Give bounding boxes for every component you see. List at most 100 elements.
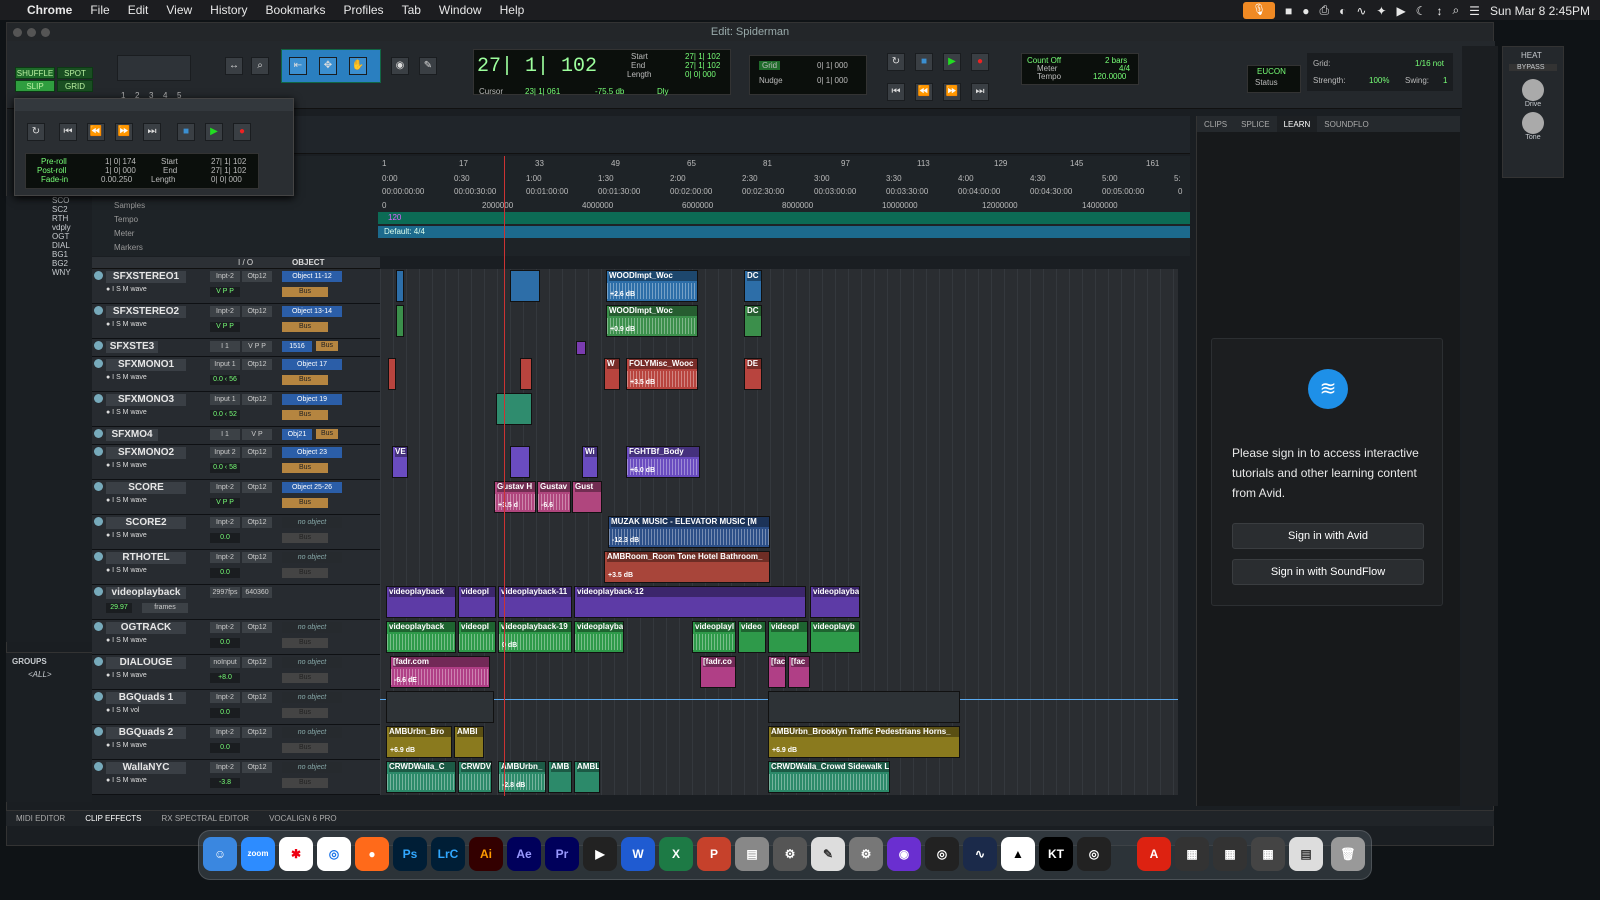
control-center-icon[interactable]: ☰ — [1469, 4, 1480, 18]
go-to-end-button[interactable]: ⏭ — [971, 83, 989, 101]
trash-icon[interactable]: 🗑 — [1331, 837, 1365, 871]
track-expand-icon[interactable] — [94, 692, 103, 701]
tab-midi-editor[interactable]: MIDI EDITOR — [6, 811, 75, 826]
tempo-value[interactable]: 120.0000 — [1093, 72, 1126, 81]
track-output[interactable]: Otp12 — [242, 622, 272, 633]
audio-clip[interactable] — [510, 446, 530, 478]
track-input[interactable]: Inpt-2 — [210, 482, 240, 493]
hand-tool-icon[interactable]: ✋ — [349, 57, 367, 75]
track-volume[interactable]: V P P — [210, 287, 240, 297]
track-list-item[interactable]: DIAL — [52, 241, 92, 250]
track-expand-icon[interactable] — [94, 587, 103, 596]
photoshop-icon[interactable]: Ps — [393, 837, 427, 871]
audio-clip[interactable] — [510, 270, 540, 302]
track-bus[interactable]: Bus — [282, 673, 328, 683]
printer-icon[interactable]: ⎙ — [1319, 3, 1329, 18]
video-clip[interactable]: videoplayback — [386, 586, 456, 618]
audio-clip[interactable]: FOLYMisc_Wooc +3.5 dB — [626, 358, 698, 390]
main-counter[interactable]: 27| 1| 102 — [477, 55, 597, 78]
track-expand-icon[interactable] — [94, 394, 103, 403]
track-expand-icon[interactable] — [94, 762, 103, 771]
track-name[interactable]: SFXSTE3 — [106, 341, 158, 353]
track-input[interactable]: Inpt-2 — [210, 271, 240, 282]
track-output[interactable]: Otp12 — [242, 762, 272, 773]
track-controls[interactable]: ● I S M wave — [106, 409, 147, 416]
play-icon[interactable]: ▶ — [1396, 4, 1405, 18]
track-row[interactable]: BGQuads 1 ● I S M vol Inpt-2 Otp12 no object… — [92, 690, 380, 725]
track-controls[interactable]: ● I S M wave — [106, 462, 147, 469]
grid-value[interactable]: 0| 1| 000 — [817, 61, 848, 70]
track-bus[interactable]: Bus — [282, 708, 328, 718]
tab-soundflow[interactable]: SOUNDFLO — [1317, 116, 1375, 132]
track-controls[interactable]: ● I S M wave — [106, 374, 147, 381]
track-expand-icon[interactable] — [94, 429, 103, 438]
menu-edit[interactable]: Edit — [128, 3, 149, 17]
menu-bookmarks[interactable]: Bookmarks — [266, 3, 326, 17]
grid2-value[interactable]: 1/16 not — [1415, 59, 1444, 68]
track-output[interactable]: Otp12 — [242, 692, 272, 703]
track-expand-icon[interactable] — [94, 306, 103, 315]
track-volume[interactable]: 0.0 ‹ 58 — [210, 463, 240, 473]
audio-clip[interactable] — [388, 358, 396, 390]
track-row[interactable]: BGQuads 2 ● I S M wave Inpt-2 Otp12 no objec… — [92, 725, 380, 760]
track-list-item[interactable]: BG1 — [52, 250, 92, 259]
after-effects-icon[interactable]: Ae — [507, 837, 541, 871]
track-bus[interactable]: Bus — [282, 322, 328, 332]
track-row[interactable]: SFXMONO1 ● I S M wave Input 1 Otp12 Object 1… — [92, 357, 380, 392]
audio-clip[interactable]: DC — [744, 270, 762, 302]
return-to-zero-button[interactable]: ⏮ — [887, 83, 905, 101]
group-all[interactable]: <ALL> — [6, 670, 92, 679]
tab-clips[interactable]: CLIPS — [1197, 116, 1234, 132]
audio-clip[interactable]: WOODImpt_Woc +2.6 dB — [606, 270, 698, 302]
audio-clip[interactable]: videoplayback — [386, 621, 456, 653]
track-bus[interactable]: Bus — [282, 743, 328, 753]
track-bus[interactable]: Bus — [282, 568, 328, 578]
track-frames-select[interactable]: frames — [142, 603, 188, 613]
track-volume[interactable]: 0.0 — [210, 533, 240, 543]
search-icon[interactable]: ⌕ — [1452, 3, 1459, 18]
track-list-item[interactable]: SCO — [52, 196, 92, 205]
track-volume[interactable]: 0.0 ‹ 52 — [210, 410, 240, 420]
track-volume[interactable]: 0.0 — [210, 743, 240, 753]
track-row[interactable]: SFXMO4 I 1V P Obj21 Bus — [92, 427, 380, 445]
zoom-controls[interactable] — [117, 55, 191, 81]
track-bus[interactable]: Bus — [282, 375, 328, 385]
track-name[interactable]: BGQuads 2 — [106, 727, 186, 739]
track-row[interactable]: SCORE2 ● I S M wave Inpt-2 Otp12 no object 0.… — [92, 515, 380, 550]
track-input[interactable]: Inpt-2 — [210, 552, 240, 563]
fadein-value[interactable]: 0.00.250 — [101, 175, 132, 184]
clock-display[interactable]: Sun Mar 8 2:45PM — [1490, 4, 1590, 18]
track-object[interactable]: 1516 — [282, 341, 312, 352]
strength-value[interactable]: 100% — [1369, 76, 1389, 85]
audio-clip[interactable]: DE — [744, 358, 762, 390]
track-list-item[interactable]: OGT — [52, 232, 92, 241]
tab-splice[interactable]: SPLICE — [1234, 116, 1276, 132]
track-output[interactable]: V P P — [242, 341, 272, 352]
track-row[interactable]: SFXSTEREO1 ● I S M wave Inpt-2 Otp12 Object … — [92, 269, 380, 304]
loop-icon[interactable]: ↻ — [887, 53, 905, 71]
track-row[interactable]: SFXSTE3 I 1V P P 1516 Bus — [92, 339, 380, 357]
slack-icon[interactable]: ✱ — [279, 837, 313, 871]
play-button[interactable]: ▶ — [943, 53, 961, 71]
track-name[interactable]: RTHOTEL — [106, 552, 186, 564]
audio-clip[interactable]: [fadr.com -6.6 dE — [390, 656, 490, 688]
track-output[interactable]: Otp12 — [242, 482, 272, 493]
app-icon[interactable]: ⚙ — [773, 837, 807, 871]
track-expand-icon[interactable] — [94, 482, 103, 491]
acrobat-icon[interactable]: A — [1137, 837, 1171, 871]
track-controls[interactable]: ● I S M wave — [106, 286, 147, 293]
app-icon[interactable]: ∿ — [963, 837, 997, 871]
audio-clip[interactable]: videoplayba — [574, 621, 624, 653]
excel-icon[interactable]: X — [659, 837, 693, 871]
video-clip[interactable]: videoplayback-11 — [498, 586, 572, 618]
track-expand-icon[interactable] — [94, 727, 103, 736]
track-expand-icon[interactable] — [94, 552, 103, 561]
track-volume[interactable]: +8.0 — [210, 673, 240, 683]
track-input[interactable]: noInput — [210, 657, 240, 668]
illustrator-icon[interactable]: Ai — [469, 837, 503, 871]
preroll-label[interactable]: Pre-roll — [41, 157, 67, 166]
track-name[interactable]: DIALOUGE — [106, 657, 186, 669]
track-input[interactable]: 2997fps — [210, 587, 240, 598]
track-name[interactable]: videoplayback — [106, 587, 186, 599]
menu-profiles[interactable]: Profiles — [344, 3, 384, 17]
